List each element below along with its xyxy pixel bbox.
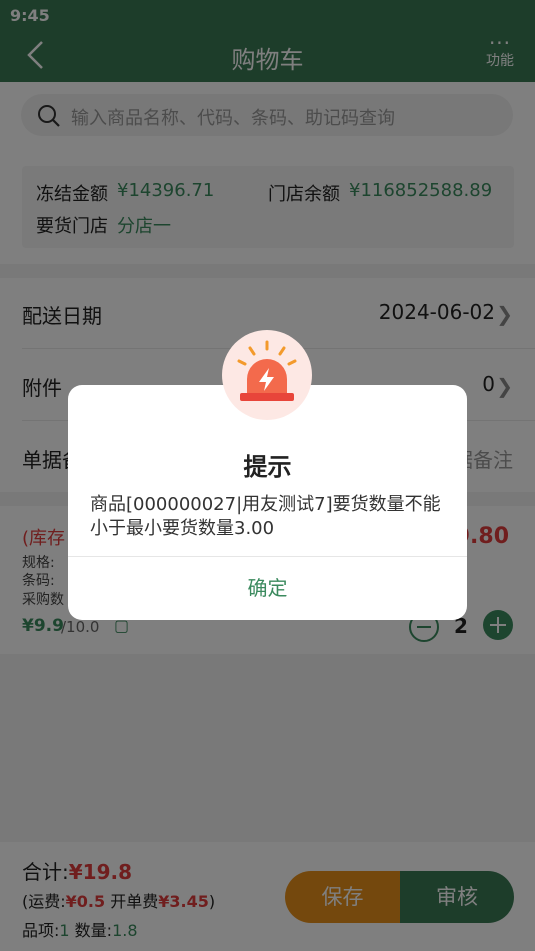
alert-dialog: 提示 商品[000000027|用友测试7]要货数量不能小于最小要货数量3.00… [68,385,467,620]
confirm-button[interactable]: 确定 [68,557,467,620]
dialog-message: 商品[000000027|用友测试7]要货数量不能小于最小要货数量3.00 [90,494,441,539]
dialog-title: 提示 [243,453,292,481]
alarm-icon [222,330,312,420]
